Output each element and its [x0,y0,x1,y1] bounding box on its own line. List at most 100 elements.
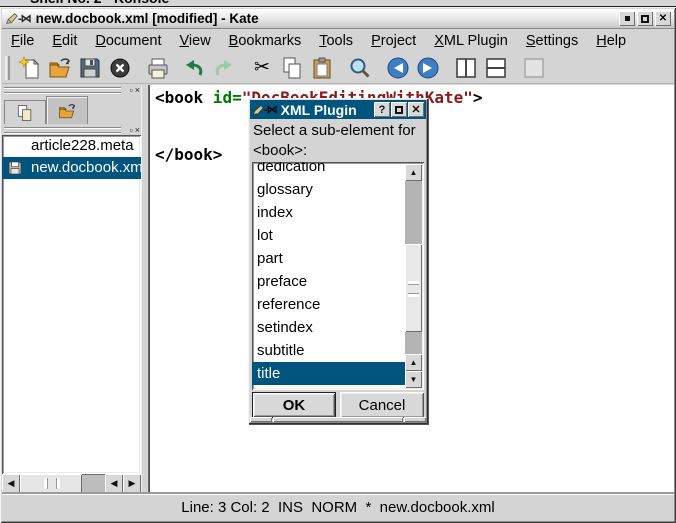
scroll-up-icon[interactable]: ▲ [405,164,422,181]
close-view-icon [522,56,546,80]
toolbar-handle[interactable] [5,56,10,80]
cut-icon: ✂ [254,56,270,79]
menu-xml-plugin[interactable]: XML Plugin [425,32,517,50]
window-title: new.docbook.xml [modified] - Kate [36,11,259,26]
undo-icon [182,56,206,80]
dock-titlebar-top[interactable]: ▫ × [2,85,141,96]
redo-icon [212,56,236,80]
undo-button[interactable] [179,54,209,82]
list-item-dedication[interactable]: dedication [252,162,405,178]
close-icon: ✕ [659,14,667,24]
dialog-close-button[interactable]: ✕ [408,102,424,117]
menu-project[interactable]: Project [362,32,425,50]
list-item-glossary[interactable]: glossary [252,178,405,201]
scrollbar-thumb[interactable] [20,474,82,493]
dock-close-icon[interactable]: × [135,85,140,96]
sidebar-horizontal-scrollbar[interactable]: ◀ ◀ ▶ [2,474,141,493]
modified-floppy-icon [7,160,23,176]
tab-open-files[interactable] [46,96,88,124]
menu-document[interactable]: Document [86,32,170,50]
cut-button[interactable]: ✂ [247,54,277,82]
dialog-resize-grip[interactable] [250,417,426,422]
list-item-title[interactable]: title [252,362,405,385]
kate-pen-icon [252,104,264,116]
file-list: article228.meta new.docbook.xml [2,135,141,474]
forward-button[interactable] [413,54,443,82]
open-button[interactable] [45,54,75,82]
find-icon [348,56,372,80]
titlebar[interactable]: -⋈ new.docbook.xml [modified] - Kate ✕ [2,9,674,29]
dialog-help-button[interactable]: ? [374,102,390,117]
sticky-pin-icon[interactable]: -⋈ [18,12,31,25]
scroll-down-icon[interactable]: ▼ [405,371,422,388]
back-button[interactable] [383,54,413,82]
sticky-pin-icon[interactable]: -⋈ [264,103,277,116]
dialog-maximize-button[interactable] [391,102,407,117]
list-item-index[interactable]: index [252,201,405,224]
find-button[interactable] [345,54,375,82]
menu-view[interactable]: View [170,32,219,50]
file-row-article228[interactable]: article228.meta [2,135,141,157]
kate-pen-icon [5,12,18,25]
toolbar: ✂ [2,52,674,84]
scroll-left-icon[interactable]: ◀ [2,474,20,493]
new-document-button[interactable] [15,54,45,82]
sidebar-splitter[interactable] [141,85,149,493]
list-item-part[interactable]: part [252,247,405,270]
minimize-button[interactable] [619,11,635,26]
maximize-button[interactable] [637,11,653,26]
menu-help[interactable]: Help [587,32,635,50]
menu-file[interactable]: File [2,32,43,50]
sidebar-tabs [2,96,141,124]
forward-icon [416,56,440,80]
menu-settings[interactable]: Settings [517,32,587,50]
dialog-titlebar[interactable]: -⋈ XML Plugin ? ✕ [250,100,426,119]
print-button[interactable] [143,54,173,82]
background-window-strip[interactable]: Shell No. 2 - Konsole [0,0,676,7]
copy-icon [280,56,304,80]
list-vertical-scrollbar[interactable]: ▲ ▲ ▼ [405,164,422,388]
close-button[interactable]: ✕ [655,11,671,26]
sidebar: ▫ × [2,85,141,493]
split-horizontal-button[interactable] [481,54,511,82]
redo-button[interactable] [209,54,239,82]
open-folder-icon [48,56,72,80]
menu-edit[interactable]: Edit [43,32,86,50]
ok-button[interactable]: OK [252,392,336,418]
file-row-new-docbook[interactable]: new.docbook.xml [2,157,141,179]
code-line-3: </book> [155,145,222,164]
statusbar-text: Line: 3 Col: 2 INS NORM * new.docbook.xm… [181,499,494,516]
open-files-icon [57,101,77,121]
scroll-up-icon[interactable]: ▲ [405,354,422,371]
save-icon [78,56,102,80]
close-document-button[interactable] [105,54,135,82]
menu-tools[interactable]: Tools [310,32,362,50]
save-button[interactable] [75,54,105,82]
menubar: File Edit Document View Bookmarks Tools … [2,30,674,51]
scroll-left-icon[interactable]: ◀ [105,474,123,493]
scrollbar-thumb[interactable] [405,244,422,332]
list-item-preface[interactable]: preface [252,270,405,293]
cancel-button[interactable]: Cancel [340,392,424,418]
menu-bookmarks[interactable]: Bookmarks [220,32,311,50]
background-window-title: Shell No. 2 - Konsole [30,0,169,6]
paste-button[interactable] [307,54,337,82]
list-item-lot[interactable]: lot [252,224,405,247]
maximize-icon [641,15,649,23]
copy-button[interactable] [277,54,307,82]
xml-plugin-dialog: -⋈ XML Plugin ? ✕ Select a sub-element f… [248,98,428,424]
list-item-setindex[interactable]: setindex [252,316,405,339]
statusbar: Line: 3 Col: 2 INS NORM * new.docbook.xm… [2,494,674,519]
help-icon: ? [379,104,386,116]
list-item-subtitle[interactable]: subtitle [252,339,405,362]
split-vertical-icon [454,56,478,80]
list-item-reference[interactable]: reference [252,293,405,316]
new-document-icon [18,56,42,80]
dialog-prompt: Select a sub-element for <book>: [253,121,423,161]
dock-float-icon[interactable]: ▫ [130,85,133,96]
scroll-right-icon[interactable]: ▶ [123,474,141,493]
paste-icon [310,56,334,80]
minimize-icon [625,16,630,21]
tab-documents[interactable] [4,100,46,124]
split-vertical-button[interactable] [451,54,481,82]
